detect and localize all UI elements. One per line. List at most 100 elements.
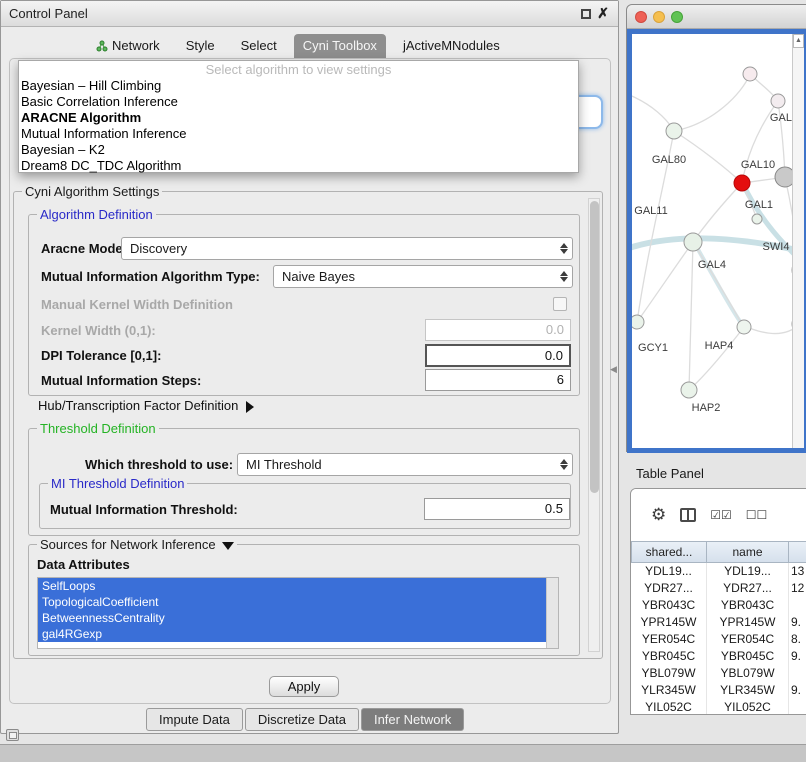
table-cell: YPR145W — [631, 614, 707, 631]
network-canvas[interactable]: GAL8GAL80GAL10GAL11GAL1SWI4GAL4GCY1HAP4Y… — [627, 29, 806, 453]
aracne-mode-label: Aracne Mode: — [41, 241, 127, 256]
tab-select[interactable]: Select — [232, 34, 286, 58]
column-header-partial[interactable] — [789, 541, 806, 563]
control-panel-title: Control Panel — [9, 6, 88, 21]
list-item-selfloops[interactable]: SelfLoops — [38, 578, 546, 594]
apply-button[interactable]: Apply — [269, 676, 339, 697]
table-row[interactable]: YBR045CYBR045C9. — [631, 648, 806, 665]
threshold-definition-group: Threshold Definition Which threshold to … — [28, 428, 580, 536]
dropdown-item-mutual-information[interactable]: Mutual Information Inference — [19, 126, 578, 142]
sources-title-toggle[interactable]: Sources for Network Inference — [37, 537, 237, 552]
column-header-name[interactable]: name — [707, 541, 789, 563]
network-edge[interactable] — [689, 242, 693, 390]
table-body: YDL19...YDL19...13YDR27...YDR27...12YBR0… — [631, 563, 806, 715]
network-scrollbar[interactable]: ▲ — [792, 34, 804, 448]
table-row[interactable]: YER054CYER054C8. — [631, 631, 806, 648]
settings-scrollbar-thumb[interactable] — [590, 201, 599, 493]
table-cell: YBR045C — [631, 648, 707, 665]
scroll-up-icon[interactable]: ▲ — [793, 34, 804, 48]
mi-threshold-field[interactable]: 0.5 — [424, 498, 570, 520]
table-row[interactable]: YBL079WYBL079W — [631, 665, 806, 682]
network-node-hap2[interactable] — [681, 382, 697, 398]
data-attributes-list: SelfLoops TopologicalCoefficient Between… — [37, 577, 559, 649]
close-traffic-light[interactable] — [635, 11, 647, 23]
close-icon[interactable]: ✗ — [597, 5, 609, 22]
table-row[interactable]: YDL19...YDL19...13 — [631, 563, 806, 580]
dropdown-item-dream8[interactable]: Dream8 DC_TDC Algorithm — [19, 158, 578, 174]
tab-jactivemnodules[interactable]: jActiveMNodules — [394, 34, 509, 58]
network-node-gal4[interactable] — [684, 233, 702, 251]
list-item-betweennesscentrality[interactable]: BetweennessCentrality — [38, 610, 546, 626]
tab-infer-network[interactable]: Infer Network — [361, 708, 464, 731]
network-edge[interactable] — [637, 242, 693, 322]
gear-icon[interactable]: ⚙ — [651, 505, 666, 525]
mi-type-combo[interactable]: Naive Bayes — [273, 265, 573, 288]
zoom-traffic-light[interactable] — [671, 11, 683, 23]
tab-network-label: Network — [112, 38, 160, 53]
sources-title: Sources for Network Inference — [40, 537, 216, 552]
network-edge[interactable] — [674, 74, 750, 131]
network-node-label: GAL4 — [698, 259, 726, 271]
network-node-gal10-red[interactable] — [734, 175, 750, 191]
aracne-mode-combo[interactable]: Discovery — [121, 237, 573, 260]
mi-steps-field[interactable]: 6 — [425, 369, 571, 391]
table-cell: 9. — [789, 648, 806, 665]
collapse-right-icon — [246, 401, 254, 413]
network-node-gal80[interactable] — [666, 123, 682, 139]
dropdown-item-bayesian-hill[interactable]: Bayesian – Hill Climbing — [19, 78, 578, 94]
aracne-mode-value: Discovery — [122, 241, 556, 256]
table-cell: YBR045C — [707, 648, 789, 665]
list-item-topologicalcoefficient[interactable]: TopologicalCoefficient — [38, 594, 546, 610]
float-window-icon[interactable] — [581, 9, 591, 19]
mi-threshold-definition-group: MI Threshold Definition Mutual Informati… — [39, 483, 571, 529]
kernel-width-field[interactable]: 0.0 — [425, 319, 571, 341]
algorithm-definition-title: Algorithm Definition — [37, 207, 156, 222]
network-window-titlebar — [627, 5, 806, 29]
network-node-pink-top[interactable] — [743, 67, 757, 81]
table-row[interactable]: YBR043CYBR043C — [631, 597, 806, 614]
table-row[interactable]: YIL052CYIL052C — [631, 699, 806, 715]
which-threshold-combo[interactable]: MI Threshold — [237, 453, 573, 476]
attributes-list-scrollbar[interactable] — [546, 578, 558, 648]
manual-kernel-checkbox[interactable] — [553, 297, 567, 311]
table-row[interactable]: YDR27...YDR27...12 — [631, 580, 806, 597]
splitter-collapse-icon[interactable]: ◀ — [610, 364, 617, 375]
collapse-down-icon — [222, 542, 234, 550]
deselect-all-icon[interactable]: ☐☐ — [746, 508, 768, 522]
table-cell: YPR145W — [707, 614, 789, 631]
restore-panel-icon[interactable] — [6, 729, 19, 741]
dropdown-item-aracne[interactable]: ARACNE Algorithm — [19, 110, 578, 126]
table-cell: YDL19... — [707, 563, 789, 580]
settings-scrollbar[interactable] — [588, 198, 600, 652]
mi-type-value: Naive Bayes — [274, 269, 556, 284]
tab-discretize-data[interactable]: Discretize Data — [245, 708, 359, 731]
minimize-traffic-light[interactable] — [653, 11, 665, 23]
network-edge[interactable] — [689, 327, 744, 390]
hub-definition-toggle[interactable]: Hub/Transcription Factor Definition — [38, 398, 254, 413]
dropdown-item-bayesian-k2[interactable]: Bayesian – K2 — [19, 142, 578, 158]
table-row[interactable]: YPR145WYPR145W9. — [631, 614, 806, 631]
network-node-pale-top-right[interactable] — [771, 94, 785, 108]
tab-style[interactable]: Style — [177, 34, 224, 58]
table-row[interactable]: YLR345WYLR345W9. — [631, 682, 806, 699]
network-node-label: SWI4 — [763, 241, 790, 253]
network-node-left-mid[interactable] — [632, 315, 644, 329]
dropdown-item-basic-correlation[interactable]: Basic Correlation Inference — [19, 94, 578, 110]
table-panel-toolbar: ⚙ ☑☑ ☐☐ — [631, 489, 806, 541]
list-item-gal4rgexp[interactable]: gal4RGexp — [38, 626, 546, 642]
control-panel-window: Control Panel ✗ Network Style Select Cyn… — [0, 0, 619, 734]
network-node-label: HAP4 — [705, 340, 734, 352]
network-node-label: GAL1 — [745, 199, 773, 211]
network-node-hap4[interactable] — [737, 320, 751, 334]
tab-impute-data[interactable]: Impute Data — [146, 708, 243, 731]
network-edge[interactable] — [693, 183, 742, 242]
tab-network[interactable]: Network — [87, 34, 169, 58]
network-node-gal1[interactable] — [752, 214, 762, 224]
combo-arrows-icon — [556, 243, 572, 254]
select-all-icon[interactable]: ☑☑ — [710, 508, 732, 522]
column-header-shared-name[interactable]: shared... — [631, 541, 707, 563]
columns-icon[interactable] — [680, 508, 696, 522]
tab-cyni-toolbox[interactable]: Cyni Toolbox — [294, 34, 386, 58]
dpi-tolerance-field[interactable]: 0.0 — [425, 344, 571, 367]
mi-threshold-definition-title: MI Threshold Definition — [48, 476, 187, 491]
